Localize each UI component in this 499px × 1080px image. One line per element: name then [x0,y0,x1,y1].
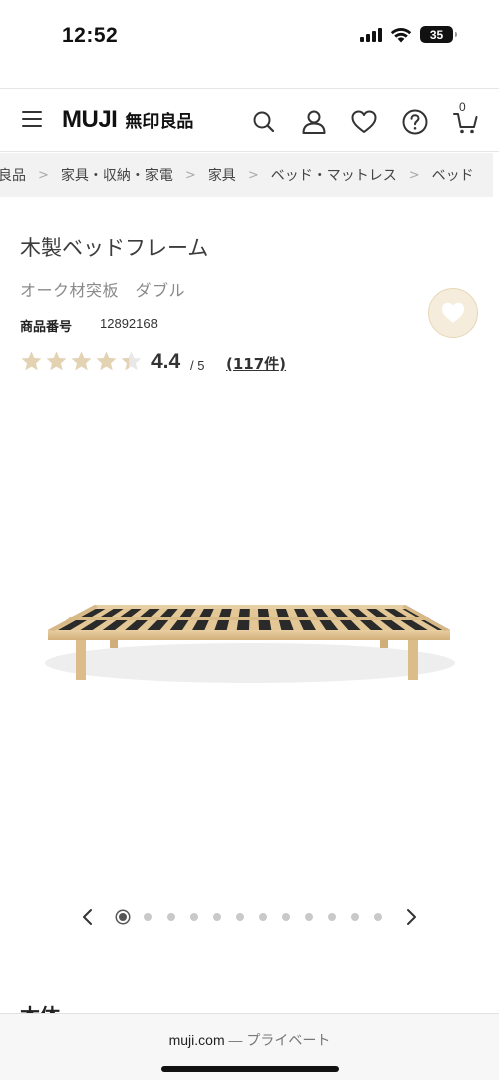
breadcrumb-item[interactable]: 家具 [204,165,240,185]
breadcrumb-item[interactable]: 家具・収納・家電 [57,165,177,185]
carousel-prev-icon[interactable] [79,908,97,926]
rating-star-icon [21,351,42,371]
carousel-dot[interactable] [259,913,267,921]
carousel-dot[interactable] [305,913,313,921]
chevron-right-icon: > [38,167,49,183]
account-icon[interactable] [300,108,328,136]
carousel-dot[interactable] [144,913,152,921]
carousel-next-icon[interactable] [402,908,420,926]
cart-button[interactable]: 0 [452,100,480,136]
logo-latin: MUJI [62,106,118,133]
carousel-dot[interactable] [167,913,175,921]
rating-star-icon [96,351,117,371]
carousel-dot[interactable] [190,913,198,921]
carousel-pagination [117,911,382,923]
rating-star-icon [71,351,92,371]
status-icons: 35 [360,26,457,43]
chevron-right-icon: > [184,167,196,183]
search-icon[interactable] [250,108,278,136]
cellular-signal-icon [360,27,382,42]
battery-icon: 35 [420,26,457,43]
browser-domain: muji.com [168,1032,225,1048]
carousel-dot[interactable] [117,911,129,923]
home-indicator [161,1066,339,1072]
carousel-dot[interactable] [351,913,359,921]
heart-icon [441,302,465,323]
browser-address-bar[interactable]: muji.com — プライベート [0,1013,499,1080]
rating-max: / 5 [190,358,205,373]
breadcrumb: 良品 > 家具・収納・家電 > 家具 > ベッド・マットレス > ベッド [0,153,493,197]
item-number: 12892168 [100,316,158,331]
cart-count: 0 [459,100,466,114]
chevron-right-icon: > [408,167,420,183]
carousel-dot[interactable] [328,913,336,921]
favorites-heart-icon[interactable] [350,108,378,136]
wifi-icon [390,27,412,42]
carousel-dot[interactable] [374,913,382,921]
hamburger-menu-icon[interactable] [22,111,42,127]
browser-url[interactable]: muji.com — プライベート [0,1030,499,1050]
status-time: 12:52 [62,24,119,47]
cart-icon [453,113,478,134]
status-bar: 12:52 35 [0,0,499,74]
logo-kanji: 無印良品 [125,112,194,132]
carousel-dot[interactable] [236,913,244,921]
rating-star-icon [46,351,67,371]
help-icon[interactable] [401,108,429,136]
site-header: MUJI 無印良品 0 [0,88,499,152]
product-subtitle: オーク材突板 ダブル [20,281,186,300]
add-to-favorites-button[interactable] [428,288,478,338]
item-number-label: 商品番号 [20,320,73,335]
rating-star-icon [121,351,142,371]
battery-level: 35 [429,27,444,42]
rating-stars [20,350,143,373]
product-image-bed-frame [45,605,455,683]
muji-logo[interactable]: MUJI 無印良品 [62,106,193,134]
carousel-dot[interactable] [213,913,221,921]
rating-value: 4.4 [151,350,181,373]
browser-privacy-label: — プライベート [224,1032,331,1048]
breadcrumb-item[interactable]: ベッド・マットレス [267,165,401,185]
carousel-dot[interactable] [282,913,290,921]
review-count-link[interactable]: (117件) [226,353,286,374]
chevron-right-icon: > [247,167,259,183]
breadcrumb-item[interactable]: ベッド [428,165,478,185]
image-carousel [0,900,499,934]
breadcrumb-item[interactable]: 良品 [0,165,30,185]
product-title: 木製ベッドフレーム [20,236,209,260]
